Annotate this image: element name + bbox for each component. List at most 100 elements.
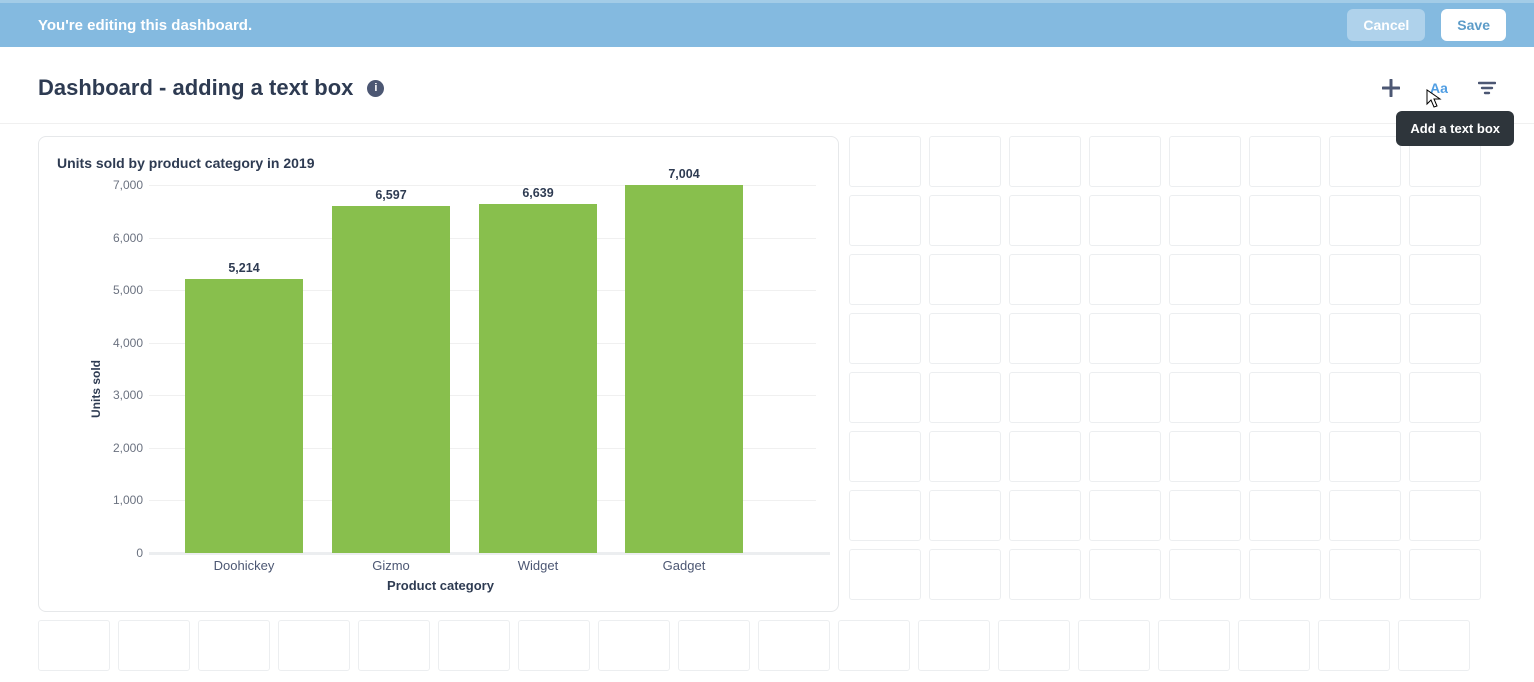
grid-cell[interactable] — [849, 254, 921, 305]
banner-message: You're editing this dashboard. — [38, 17, 252, 34]
bar-value-label: 7,004 — [625, 167, 743, 181]
grid-cell[interactable] — [1009, 431, 1081, 482]
grid-cell[interactable] — [1169, 549, 1241, 600]
grid-cell[interactable] — [849, 372, 921, 423]
bar-value-label: 6,639 — [479, 186, 597, 200]
grid-cell[interactable] — [118, 620, 190, 671]
grid-cell[interactable] — [1249, 490, 1321, 541]
grid-cell[interactable] — [849, 313, 921, 364]
grid-cell[interactable] — [1238, 620, 1310, 671]
grid-cell[interactable] — [929, 136, 1001, 187]
bar-group: 7,004 — [625, 185, 743, 553]
grid-cell[interactable] — [849, 431, 921, 482]
grid-cell[interactable] — [1329, 431, 1401, 482]
grid-cell[interactable] — [1409, 549, 1481, 600]
grid-cell[interactable] — [929, 490, 1001, 541]
grid-cell[interactable] — [1329, 549, 1401, 600]
dashboard-title[interactable]: Dashboard - adding a text box — [38, 75, 353, 101]
bar[interactable]: 6,639 — [479, 204, 597, 553]
grid-cell[interactable] — [1329, 195, 1401, 246]
grid-cell[interactable] — [438, 620, 510, 671]
grid-cell[interactable] — [1249, 254, 1321, 305]
grid-cell[interactable] — [849, 195, 921, 246]
grid-cell[interactable] — [1009, 372, 1081, 423]
grid-cell[interactable] — [1329, 136, 1401, 187]
grid-cell[interactable] — [849, 136, 921, 187]
bar[interactable]: 5,214 — [185, 279, 303, 553]
info-icon[interactable]: i — [367, 80, 384, 97]
grid-cell[interactable] — [1089, 372, 1161, 423]
y-tick: 5,000 — [113, 283, 143, 297]
grid-cell[interactable] — [1398, 620, 1470, 671]
grid-cell[interactable] — [1089, 313, 1161, 364]
filter-button[interactable] — [1476, 77, 1498, 99]
grid-cell[interactable] — [198, 620, 270, 671]
grid-cell[interactable] — [1009, 490, 1081, 541]
add-card-button[interactable] — [1380, 77, 1402, 99]
grid-cell[interactable] — [598, 620, 670, 671]
grid-cell[interactable] — [1409, 490, 1481, 541]
grid-cell[interactable] — [1089, 490, 1161, 541]
grid-cell[interactable] — [278, 620, 350, 671]
grid-cell[interactable] — [1169, 195, 1241, 246]
grid-cell[interactable] — [1249, 136, 1321, 187]
grid-cell[interactable] — [1169, 490, 1241, 541]
grid-cell[interactable] — [849, 549, 921, 600]
grid-cell[interactable] — [929, 254, 1001, 305]
grid-cell[interactable] — [518, 620, 590, 671]
grid-cell[interactable] — [1169, 254, 1241, 305]
grid-cell[interactable] — [929, 195, 1001, 246]
grid-cell[interactable] — [1009, 313, 1081, 364]
grid-cell[interactable] — [758, 620, 830, 671]
grid-cell[interactable] — [1089, 549, 1161, 600]
grid-cell[interactable] — [678, 620, 750, 671]
chart-card[interactable]: Units sold by product category in 2019 U… — [38, 136, 839, 612]
grid-cell[interactable] — [1169, 136, 1241, 187]
grid-cell[interactable] — [998, 620, 1070, 671]
grid-cell[interactable] — [1249, 431, 1321, 482]
grid-cell[interactable] — [358, 620, 430, 671]
grid-cell[interactable] — [1158, 620, 1230, 671]
grid-cell[interactable] — [1329, 372, 1401, 423]
grid-cell[interactable] — [1249, 549, 1321, 600]
grid-cell[interactable] — [1409, 372, 1481, 423]
grid-cell[interactable] — [1169, 313, 1241, 364]
grid-cell[interactable] — [1009, 195, 1081, 246]
grid-cell[interactable] — [1409, 254, 1481, 305]
grid-cell[interactable] — [1089, 431, 1161, 482]
grid-cell[interactable] — [1169, 431, 1241, 482]
grid-cell[interactable] — [1249, 195, 1321, 246]
grid-cell[interactable] — [1409, 313, 1481, 364]
grid-cell[interactable] — [1169, 372, 1241, 423]
grid-cell[interactable] — [929, 313, 1001, 364]
grid-cell[interactable] — [38, 620, 110, 671]
grid-cell[interactable] — [918, 620, 990, 671]
bar[interactable]: 6,597 — [332, 206, 450, 553]
save-button[interactable]: Save — [1441, 9, 1506, 41]
bar[interactable]: 7,004 — [625, 185, 743, 553]
grid-cell[interactable] — [1089, 136, 1161, 187]
placeholder-grid-right[interactable] — [849, 136, 1481, 600]
grid-cell[interactable] — [929, 431, 1001, 482]
grid-cell[interactable] — [1009, 254, 1081, 305]
grid-cell[interactable] — [1409, 195, 1481, 246]
grid-cell[interactable] — [1009, 136, 1081, 187]
grid-cell[interactable] — [929, 549, 1001, 600]
grid-cell[interactable] — [1318, 620, 1390, 671]
grid-cell[interactable] — [1089, 254, 1161, 305]
grid-cell[interactable] — [1329, 254, 1401, 305]
grid-cell[interactable] — [1329, 313, 1401, 364]
grid-cell[interactable] — [1078, 620, 1150, 671]
grid-cell[interactable] — [1249, 313, 1321, 364]
grid-cell[interactable] — [849, 490, 921, 541]
grid-cell[interactable] — [1089, 195, 1161, 246]
filter-icon — [1478, 81, 1496, 95]
grid-cell[interactable] — [1409, 431, 1481, 482]
grid-cell[interactable] — [1249, 372, 1321, 423]
placeholder-grid-bottom[interactable] — [38, 620, 1498, 671]
cancel-button[interactable]: Cancel — [1347, 9, 1425, 41]
grid-cell[interactable] — [838, 620, 910, 671]
grid-cell[interactable] — [929, 372, 1001, 423]
grid-cell[interactable] — [1009, 549, 1081, 600]
grid-cell[interactable] — [1329, 490, 1401, 541]
